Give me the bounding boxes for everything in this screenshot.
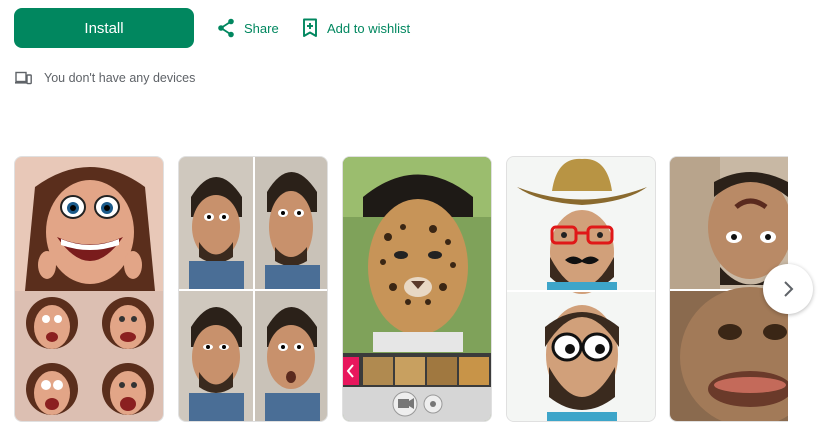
bookmark-add-icon xyxy=(303,18,317,37)
screenshot-carousel xyxy=(14,156,788,422)
share-label: Share xyxy=(244,20,279,36)
devices-notice: You don't have any devices xyxy=(15,69,195,87)
add-to-wishlist-button[interactable]: Add to wishlist xyxy=(302,8,410,48)
devices-icon xyxy=(15,71,32,85)
install-button[interactable]: Install xyxy=(14,8,194,48)
chevron-right-icon xyxy=(784,281,794,297)
share-icon xyxy=(218,18,234,38)
wishlist-label: Add to wishlist xyxy=(327,20,411,36)
screenshot-4[interactable] xyxy=(506,156,656,422)
carousel-next-button[interactable] xyxy=(763,264,813,314)
devices-notice-text: You don't have any devices xyxy=(44,71,196,85)
screenshot-3-image xyxy=(343,157,491,421)
screenshot-1-image xyxy=(15,157,163,421)
screenshot-3[interactable] xyxy=(342,156,492,422)
screenshot-1[interactable] xyxy=(14,156,164,422)
share-button[interactable]: Share xyxy=(217,8,279,48)
screenshot-2-image xyxy=(179,157,327,421)
screenshot-2[interactable] xyxy=(178,156,328,422)
screenshot-4-image xyxy=(507,157,655,421)
